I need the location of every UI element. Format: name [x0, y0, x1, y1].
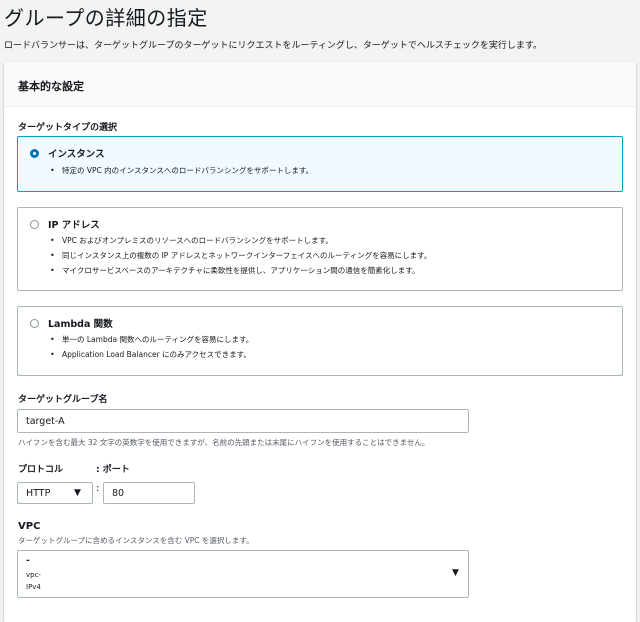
lambda-option-title: Lambda 関数: [48, 319, 113, 330]
page-title: グループの詳細の指定: [4, 6, 208, 30]
instance-option-title: インスタンス: [48, 149, 105, 160]
target-group-name-input[interactable]: target-A: [17, 409, 469, 433]
protocol-select[interactable]: HTTP ▼: [17, 482, 93, 504]
vpc-select[interactable]: - vpc- IPv4 ▼: [17, 550, 469, 598]
target-group-name-label: ターゲットグループ名: [18, 395, 108, 405]
list-item: Application Load Balancer にのみアクセスできます。: [50, 347, 253, 362]
vpc-label: VPC: [18, 521, 41, 532]
protocol-port-separator: :: [96, 483, 100, 494]
page-description: ロードバランサーは、ターゲットグループのターゲットにリクエストをルーティングし、…: [4, 41, 543, 51]
list-item: 同じインスタンス上の複数の IP アドレスとネットワークインターフェイスへのルー…: [50, 248, 431, 263]
target-group-name-hint: ハイフンを含む最大 32 文字の英数字を使用できますが、名前の先頭または末尾にハ…: [18, 438, 430, 447]
chevron-down-icon: ▼: [74, 488, 81, 498]
target-type-lambda-card[interactable]: Lambda 関数 単一の Lambda 関数へのルーティングを容易にします。 …: [17, 306, 623, 376]
panel-title: 基本的な設定: [18, 80, 84, 93]
vpc-hint: ターゲットグループに含めるインスタンスを含む VPC を選択します。: [18, 536, 254, 545]
ip-option-title: IP アドレス: [48, 220, 100, 231]
list-item: 単一の Lambda 関数へのルーティングを容易にします。: [50, 332, 253, 347]
list-item: 特定の VPC 内のインスタンスへのロードバランシングをサポートします。: [50, 163, 313, 178]
port-input[interactable]: 80: [103, 482, 195, 504]
list-item: マイクロサービスベースのアーキテクチャに柔軟性を提供し、アプリケーション間の通信…: [50, 263, 431, 278]
protocol-label: プロトコル: [18, 465, 64, 475]
ip-radio[interactable]: [30, 220, 39, 229]
lambda-option-bullets: 単一の Lambda 関数へのルーティングを容易にします。 Applicatio…: [50, 332, 253, 362]
target-type-label: ターゲットタイプの選択: [18, 123, 118, 133]
instance-option-bullets: 特定の VPC 内のインスタンスへのロードバランシングをサポートします。: [50, 163, 313, 178]
protocol-select-value: HTTP: [26, 488, 51, 499]
lambda-radio[interactable]: [30, 319, 39, 328]
vpc-select-id: vpc-: [26, 571, 41, 579]
vpc-select-name: -: [26, 556, 30, 566]
ip-option-bullets: VPC およびオンプレミスのリソースへのロードバランシングをサポートします。 同…: [50, 233, 431, 278]
list-item: VPC およびオンプレミスのリソースへのロードバランシングをサポートします。: [50, 233, 431, 248]
instance-radio[interactable]: [30, 149, 39, 158]
panel-header: 基本的な設定: [4, 62, 636, 107]
vpc-select-cidr: IPv4: [26, 583, 41, 591]
chevron-down-icon: ▼: [452, 568, 459, 578]
port-label: : ポート: [96, 465, 130, 475]
target-type-ip-card[interactable]: IP アドレス VPC およびオンプレミスのリソースへのロードバランシングをサポ…: [17, 207, 623, 291]
basic-settings-panel: 基本的な設定 ターゲットタイプの選択 インスタンス 特定の VPC 内のインスタ…: [4, 62, 636, 622]
target-type-instance-card[interactable]: インスタンス 特定の VPC 内のインスタンスへのロードバランシングをサポートし…: [17, 136, 623, 192]
